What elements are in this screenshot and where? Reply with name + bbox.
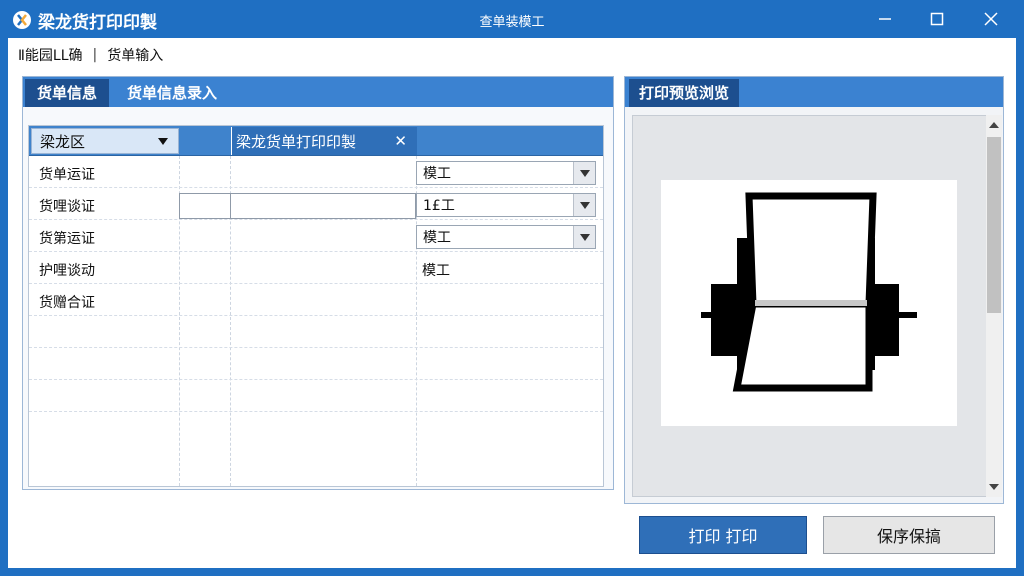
close-tab-icon[interactable]: ✕ (394, 132, 407, 150)
table-row: 货单运证 模工 (29, 158, 603, 188)
tab-order-info[interactable]: 货单信息 (25, 79, 110, 107)
row-value-select[interactable]: 模工 (416, 161, 596, 185)
save-button[interactable]: 保序保搞 (823, 516, 995, 554)
row-input-short[interactable] (179, 193, 231, 219)
app-title: 梁龙货打印印製 (38, 13, 157, 33)
minimize-button[interactable] (862, 0, 908, 38)
maximize-icon (930, 12, 944, 26)
scroll-down-icon[interactable] (986, 479, 1002, 495)
row-value: 模工 (423, 230, 451, 246)
row-value: 1£工 (423, 198, 455, 214)
dropdown-arrow-icon (158, 138, 168, 145)
close-icon (984, 12, 998, 26)
preview-area (632, 115, 988, 497)
scroll-thumb[interactable] (987, 137, 1001, 313)
preview-scrollbar[interactable] (986, 115, 1002, 497)
order-grid: 梁龙区 梁龙货单打印印製 ✕ 货单运证 模工 货哩谈证 1£工 货第运证 模工 … (28, 125, 604, 487)
print-preview-panel: 打印预览浏览 (624, 76, 1004, 504)
region-dropdown-label: 梁龙区 (40, 132, 86, 151)
table-row: 货第运证 模工 (29, 222, 603, 252)
table-row-empty (29, 350, 603, 380)
tab-order-entry[interactable]: 货单信息录入 (115, 79, 229, 107)
app-window: 梁龙货打印印製 查单装模工 Ⅱ能园LL确 | 货单输入 货单信息 货单信息录入 … (0, 0, 1024, 576)
table-row-empty (29, 318, 603, 348)
row-value: 模工 (422, 263, 450, 279)
select-arrow-icon (573, 194, 595, 216)
minimize-icon (879, 18, 891, 20)
grid-document-tab-label: 梁龙货单打印印製 (236, 132, 357, 151)
print-button[interactable]: 打印 打印 (639, 516, 807, 554)
region-dropdown[interactable]: 梁龙区 (31, 128, 179, 154)
preview-page (661, 180, 957, 426)
printer-illustration (701, 192, 917, 392)
scroll-up-icon[interactable] (986, 117, 1002, 133)
row-label: 货单运证 (39, 167, 95, 183)
close-window-button[interactable] (968, 0, 1014, 38)
breadcrumb-separator: | (92, 47, 98, 63)
breadcrumb-item-2[interactable]: 货单输入 (107, 45, 163, 65)
row-label: 货赠合证 (39, 295, 95, 311)
row-label: 货哩谈证 (39, 199, 95, 215)
title-bar: 梁龙货打印印製 查单装模工 (0, 0, 1024, 38)
maximize-button[interactable] (914, 0, 960, 38)
left-tabstrip: 货单信息 货单信息录入 (23, 77, 613, 107)
table-row-empty (29, 382, 603, 412)
table-row: 护哩谈动 模工 (29, 254, 603, 284)
right-tabstrip: 打印预览浏览 (625, 77, 1003, 107)
table-row: 货哩谈证 1£工 (29, 190, 603, 220)
row-input-wide[interactable] (230, 193, 416, 219)
client-area: Ⅱ能园LL确 | 货单输入 货单信息 货单信息录入 梁龙区 梁龙货单打印印製 ✕ (8, 38, 1016, 568)
app-logo-icon (13, 11, 31, 29)
row-label: 护哩谈动 (39, 263, 95, 279)
breadcrumb: Ⅱ能园LL确 | 货单输入 (18, 44, 163, 66)
tab-print-preview[interactable]: 打印预览浏览 (629, 79, 740, 107)
order-info-panel: 货单信息 货单信息录入 梁龙区 梁龙货单打印印製 ✕ 货单运证 模工 货哩谈证 … (22, 76, 614, 490)
select-arrow-icon (573, 226, 595, 248)
row-label: 货第运证 (39, 231, 95, 247)
grid-document-tab[interactable]: 梁龙货单打印印製 ✕ (231, 127, 417, 155)
grid-header: 梁龙区 梁龙货单打印印製 ✕ (29, 126, 603, 156)
row-value: 模工 (423, 166, 451, 182)
breadcrumb-item-1[interactable]: Ⅱ能园LL确 (18, 45, 83, 65)
table-row: 货赠合证 (29, 286, 603, 316)
row-value-select[interactable]: 模工 (416, 225, 596, 249)
select-arrow-icon (573, 162, 595, 184)
row-value-select[interactable]: 1£工 (416, 193, 596, 217)
